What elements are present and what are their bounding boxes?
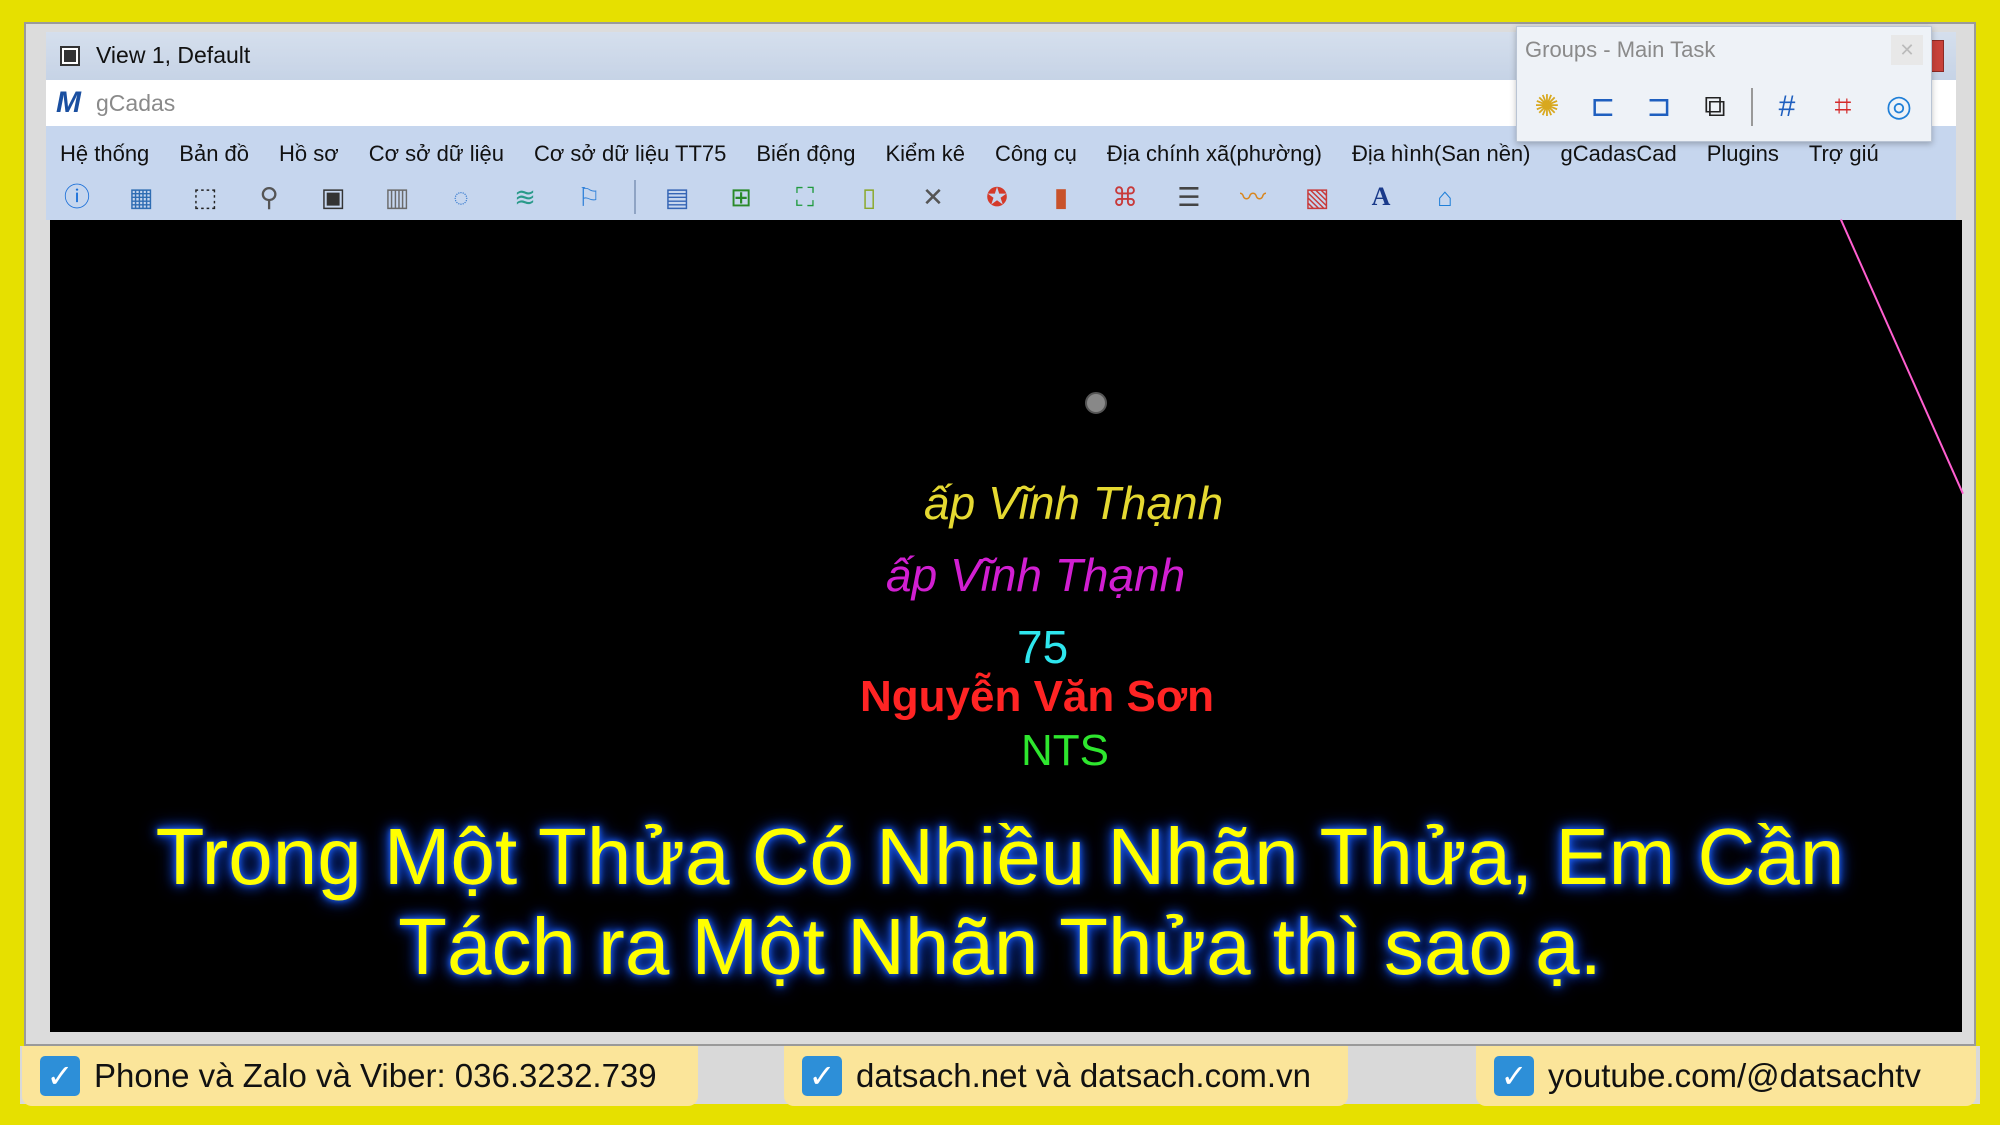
- grid-hash-icon[interactable]: #: [1767, 87, 1807, 127]
- menu-cong-cu[interactable]: Công cụ: [980, 136, 1092, 172]
- target-icon[interactable]: ◎: [1879, 87, 1919, 127]
- footer-website: ✓ datsach.net và datsach.com.vn: [784, 1046, 1348, 1106]
- checkbox-icon: ✓: [40, 1056, 80, 1096]
- hide-icon[interactable]: ◌: [442, 178, 480, 216]
- menu-he-thong[interactable]: Hệ thống: [46, 136, 164, 172]
- menu-ho-so[interactable]: Hồ sơ: [264, 136, 354, 172]
- menu-ban-do[interactable]: Bản đồ: [164, 136, 264, 172]
- app-name: gCadas: [96, 90, 176, 116]
- checkbox-icon: ✓: [802, 1056, 842, 1096]
- chart-icon[interactable]: 〰: [1234, 178, 1272, 216]
- footer-phone: ✓ Phone và Zalo và Viber: 036.3232.739: [22, 1046, 698, 1106]
- layer-delete-icon[interactable]: ≋: [506, 178, 544, 216]
- groups-panel: Groups - Main Task ✕ ✺ ⊏ ⊐ ⧉ # ⌗ ◎: [1516, 26, 1932, 142]
- window-title: View 1, Default: [96, 42, 251, 68]
- footer-youtube: ✓ youtube.com/@datsachtv: [1476, 1046, 1976, 1106]
- columns-icon[interactable]: ▯: [850, 178, 888, 216]
- delete-report-icon[interactable]: ▧: [1298, 178, 1336, 216]
- search-tool-icon[interactable]: ⚲: [250, 178, 288, 216]
- document-edit-icon[interactable]: ▤: [658, 178, 696, 216]
- label-parcel-number[interactable]: 75: [1017, 620, 1068, 674]
- parcel-point-marker[interactable]: [1085, 392, 1107, 414]
- menu-kiem-ke[interactable]: Kiểm kê: [870, 136, 979, 172]
- light-icon[interactable]: ✺: [1527, 87, 1567, 127]
- panel-close-button[interactable]: ✕: [1891, 35, 1923, 65]
- menu-co-so-du-lieu-tt75[interactable]: Cơ sở dữ liệu TT75: [519, 136, 741, 172]
- panel-separator: [1751, 88, 1753, 126]
- gcadas-logo-icon: M: [56, 86, 81, 119]
- polygon-select-icon[interactable]: ⬚: [186, 178, 224, 216]
- panel-toolbar: ✺ ⊏ ⊐ ⧉ # ⌗ ◎: [1527, 87, 1935, 127]
- window-icon: [60, 46, 80, 66]
- grid-cross-icon[interactable]: ⌗: [1823, 87, 1863, 127]
- label-ap-vinh-thanh-yellow[interactable]: ấp Vĩnh Thạnh: [924, 476, 1223, 530]
- list-icon[interactable]: ☰: [1170, 178, 1208, 216]
- caption-overlay: Trong Một Thửa Có Nhiều Nhãn Thửa, Em Cầ…: [0, 812, 2000, 992]
- tools-icon[interactable]: ✕: [914, 178, 952, 216]
- menu-dia-hinh[interactable]: Địa hình(San nền): [1337, 136, 1546, 172]
- footer-phone-text: Phone và Zalo và Viber: 036.3232.739: [94, 1057, 657, 1094]
- menu-co-so-du-lieu[interactable]: Cơ sở dữ liệu: [354, 136, 519, 172]
- map-icon[interactable]: ⛶: [786, 178, 824, 216]
- grid-icon[interactable]: ▥: [378, 178, 416, 216]
- menu-bien-dong[interactable]: Biến động: [741, 136, 870, 172]
- toolbar-separator: [634, 180, 636, 214]
- refresh-icon[interactable]: ✪: [978, 178, 1016, 216]
- label-ap-vinh-thanh-magenta[interactable]: ấp Vĩnh Thạnh: [886, 548, 1185, 602]
- edit-node-icon[interactable]: ⊞: [722, 178, 760, 216]
- network-icon[interactable]: ⌘: [1106, 178, 1144, 216]
- caption-line-2: Tách ra Một Nhãn Thửa thì sao ạ.: [398, 902, 1602, 991]
- info-icon[interactable]: ⓘ: [58, 178, 96, 216]
- draw-polyline-icon[interactable]: ⊐: [1639, 87, 1679, 127]
- caption-line-1: Trong Một Thửa Có Nhiều Nhãn Thửa, Em Cầ…: [155, 812, 1845, 901]
- panel-title: Groups - Main Task: [1525, 37, 1716, 62]
- draw-line-icon[interactable]: ⊏: [1583, 87, 1623, 127]
- marker-icon[interactable]: ⚐: [570, 178, 608, 216]
- home-upload-icon[interactable]: ⌂: [1426, 178, 1464, 216]
- font-icon[interactable]: A: [1362, 178, 1400, 216]
- label-owner-name[interactable]: Nguyễn Văn Sơn: [860, 672, 1214, 722]
- frame-icon[interactable]: ▣: [314, 178, 352, 216]
- toolbar: ⓘ ▦ ⬚ ⚲ ▣ ▥ ◌ ≋ ⚐ ▤ ⊞ ⛶ ▯ ✕ ✪ ▮ ⌘ ☰ 〰 ▧ …: [58, 176, 1490, 218]
- table-icon[interactable]: ▦: [122, 178, 160, 216]
- footer-website-text: datsach.net và datsach.com.vn: [856, 1057, 1311, 1094]
- shape-icon[interactable]: ⧉: [1695, 87, 1735, 127]
- menu-dia-chinh-xa[interactable]: Địa chính xã(phường): [1092, 136, 1337, 172]
- checkbox-icon: ✓: [1494, 1056, 1534, 1096]
- label-land-type[interactable]: NTS: [1021, 726, 1109, 776]
- bars-icon[interactable]: ▮: [1042, 178, 1080, 216]
- footer-youtube-text: youtube.com/@datsachtv: [1548, 1057, 1921, 1094]
